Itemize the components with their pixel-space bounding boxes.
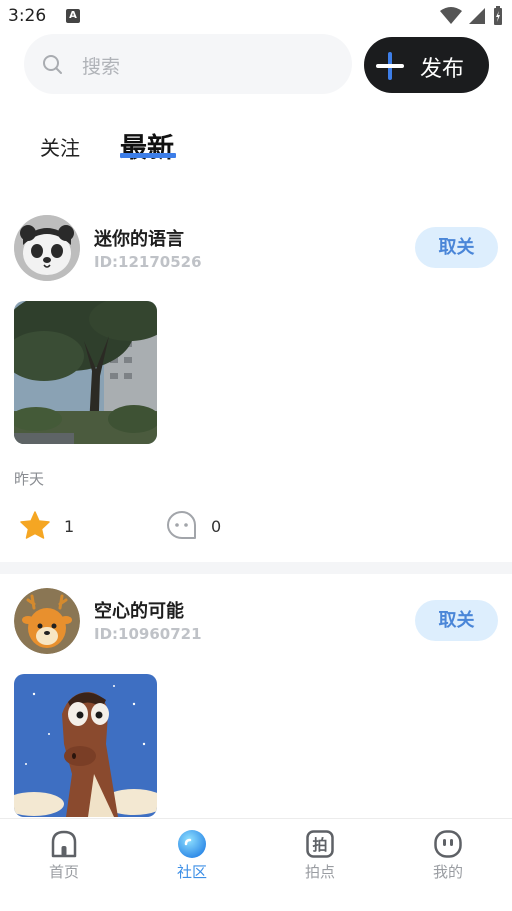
nav-profile[interactable]: 我的	[403, 829, 493, 882]
notification-icon: A	[66, 9, 80, 23]
panda-avatar-icon[interactable]	[14, 215, 80, 281]
publish-button[interactable]: 发布	[364, 37, 489, 93]
comment-icon[interactable]	[166, 510, 198, 540]
nav-camera-point-label: 拍点	[304, 863, 335, 881]
post-image[interactable]	[14, 301, 157, 444]
post-card: 空心的可能 ID:10960721 取关	[0, 574, 512, 818]
status-bar: 3:26 A	[0, 0, 512, 34]
deer-avatar-icon[interactable]	[14, 588, 80, 654]
post-image[interactable]	[14, 674, 157, 817]
bottom-nav: 首页 社区 拍 拍点 我的	[0, 818, 512, 911]
nav-home-label: 首页	[48, 863, 79, 881]
tab-follow[interactable]: 关注	[40, 132, 80, 161]
svg-text:拍: 拍	[312, 836, 327, 854]
profile-icon	[434, 830, 462, 858]
nav-camera-point[interactable]: 拍 拍点	[275, 829, 365, 882]
battery-icon	[494, 6, 502, 25]
publish-label: 发布	[420, 57, 465, 82]
nav-community-label: 社区	[176, 863, 207, 881]
active-tab-indicator	[120, 153, 176, 158]
unfollow-button[interactable]: 取关	[415, 600, 498, 641]
star-count: 1	[64, 517, 75, 536]
signal-icon	[469, 8, 485, 24]
post-card: 迷你的语言 ID:12170526 取关 昨天 1 0	[0, 200, 512, 560]
star-icon[interactable]	[20, 511, 50, 539]
tab-latest[interactable]: 最新	[120, 126, 174, 165]
search-icon	[43, 55, 62, 74]
post-time: 昨天	[14, 470, 45, 488]
plus-icon	[376, 52, 404, 80]
feed-tabs: 关注 最新	[0, 118, 512, 178]
search-placeholder: 搜索	[82, 56, 121, 78]
status-time: 3:26	[8, 6, 47, 26]
unfollow-button[interactable]: 取关	[415, 227, 498, 268]
home-icon	[51, 830, 77, 858]
post-user-id: ID:10960721	[94, 625, 202, 643]
post-username[interactable]: 迷你的语言	[94, 225, 184, 251]
nav-profile-label: 我的	[432, 863, 463, 881]
wifi-icon	[440, 7, 462, 24]
post-divider	[0, 562, 512, 574]
nav-community[interactable]: 社区	[147, 829, 237, 882]
status-icons	[440, 6, 504, 26]
community-icon	[178, 830, 206, 858]
comment-count: 0	[211, 517, 222, 536]
post-username[interactable]: 空心的可能	[94, 597, 184, 623]
camera-point-icon: 拍	[306, 830, 334, 858]
nav-home[interactable]: 首页	[19, 829, 109, 882]
post-user-id: ID:12170526	[94, 253, 202, 271]
search-input[interactable]: 搜索	[24, 34, 352, 94]
